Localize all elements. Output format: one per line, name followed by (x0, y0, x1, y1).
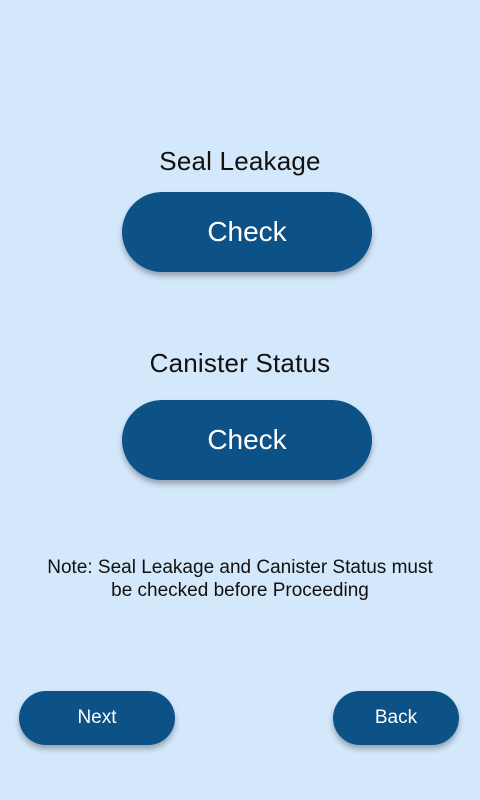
proceed-note: Note: Seal Leakage and Canister Status m… (30, 556, 450, 602)
seal-leakage-title: Seal Leakage (159, 146, 321, 176)
canister-status-check-label: Check (207, 424, 287, 455)
back-button[interactable]: Back (333, 691, 459, 745)
proceed-note-line-2: be checked before Proceeding (111, 580, 369, 601)
canister-status-check-button[interactable]: Check (122, 400, 372, 480)
next-button-label: Next (77, 707, 117, 728)
canister-status-title: Canister Status (149, 348, 331, 378)
proceed-note-line-1: Note: Seal Leakage and Canister Status m… (47, 557, 433, 578)
back-button-label: Back (374, 707, 418, 728)
seal-leakage-check-button[interactable]: Check (122, 192, 372, 272)
next-button[interactable]: Next (19, 691, 175, 745)
check-screen: Seal Leakage Check Canister Status Check… (0, 0, 480, 800)
seal-leakage-check-label: Check (207, 216, 287, 247)
